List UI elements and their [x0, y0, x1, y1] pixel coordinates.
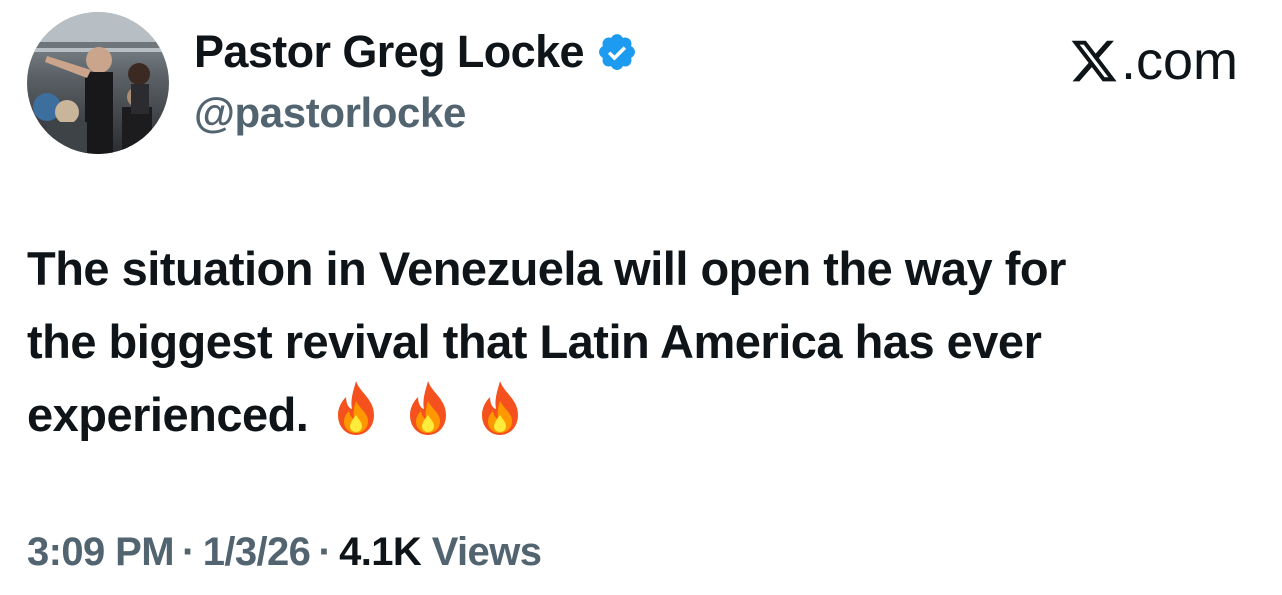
fire-emoji-icon	[338, 381, 375, 435]
tweet-line: the biggest revival that Latin America h…	[27, 315, 1042, 368]
display-name-row[interactable]: Pastor Greg Locke	[194, 26, 638, 78]
verified-badge-icon	[599, 34, 635, 70]
avatar[interactable]	[27, 12, 169, 154]
views-count[interactable]: 4.1K	[339, 530, 422, 574]
brand-text: .com	[1120, 31, 1238, 91]
fire-emoji-icon	[482, 381, 519, 435]
separator: ·	[318, 530, 332, 574]
tweet-date[interactable]: 1/3/26	[203, 530, 311, 574]
emoji-group	[330, 379, 526, 437]
tweet-line-last: experienced.	[27, 378, 1277, 451]
brand-logo: .com	[1069, 30, 1238, 92]
tweet-line: experienced.	[27, 388, 309, 441]
separator: ·	[181, 530, 195, 574]
x-logo-icon	[1071, 40, 1117, 82]
tweet-meta: 3:09 PM · 1/3/26 · 4.1K Views	[27, 527, 542, 577]
author-handle[interactable]: @pastorlocke	[194, 88, 466, 138]
tweet-text: The situation in Venezuela will open the…	[27, 232, 1277, 451]
fire-emoji-icon	[410, 381, 447, 435]
tweet-line: The situation in Venezuela will open the…	[27, 242, 1066, 295]
avatar-photo	[27, 12, 169, 154]
tweet-time[interactable]: 3:09 PM	[27, 530, 175, 574]
display-name[interactable]: Pastor Greg Locke	[194, 26, 585, 78]
views-label: Views	[431, 530, 542, 574]
